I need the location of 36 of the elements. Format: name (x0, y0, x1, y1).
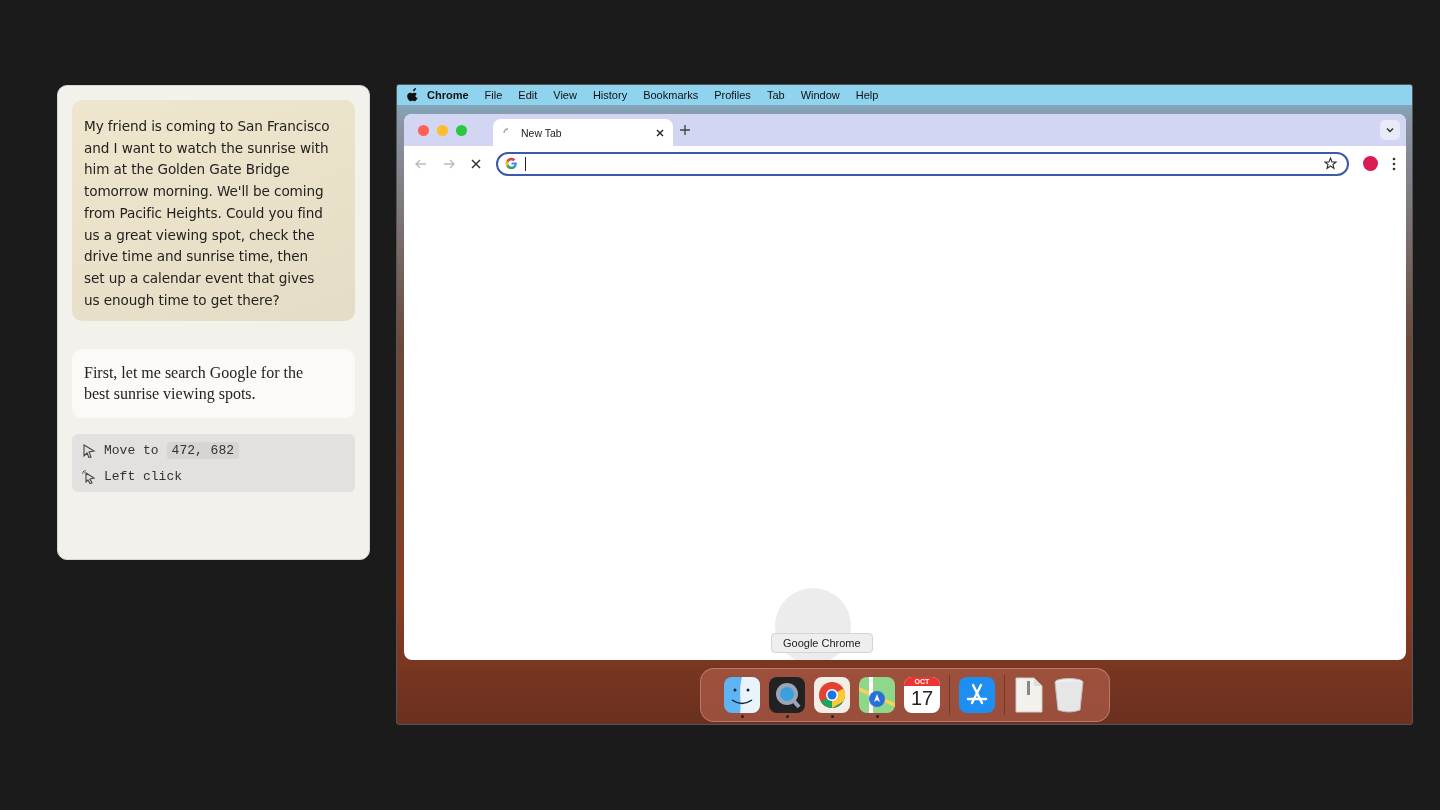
browser-tab[interactable]: New Tab (493, 119, 673, 146)
new-tab-icon[interactable] (679, 124, 691, 136)
menu-item[interactable]: Window (792, 89, 848, 101)
action-label: Left click (104, 469, 182, 485)
menu-item[interactable]: Tab (758, 89, 793, 101)
menu-app-name[interactable]: Chrome (419, 89, 477, 101)
profile-avatar[interactable] (1363, 156, 1378, 171)
address-bar[interactable] (496, 151, 1349, 176)
apple-logo-icon (407, 88, 419, 102)
menu-item[interactable]: File (476, 89, 511, 101)
assistant-message: First, let me search Google for the best sunrise viewing spots. (72, 349, 355, 419)
menu-item[interactable]: History (584, 89, 636, 101)
tab-search-chevron-icon[interactable] (1385, 125, 1395, 135)
menu-item[interactable]: Profiles (706, 89, 759, 101)
user-message: My friend is coming to San Francisco and I want to watch the sunrise with him at the Golden Gate Bridge tomorrow morning. We'll be coming from Pacific Heights. Could you find us a great viewing spot, check the drive time and sunrise time, then set up a calendar event that gives us enough time to get there? (72, 100, 355, 322)
chrome-icon[interactable] (814, 677, 850, 713)
finder-icon[interactable] (724, 677, 760, 713)
menu-item[interactable]: Help (847, 89, 887, 101)
more-menu-icon[interactable] (1392, 156, 1396, 171)
zip-file-icon[interactable] (1014, 677, 1044, 713)
close-tab-icon[interactable] (655, 127, 665, 138)
google-logo-icon (505, 157, 518, 170)
bookmark-star-icon[interactable] (1324, 157, 1337, 170)
app-store-icon[interactable] (959, 677, 995, 713)
cursor-click-icon (82, 469, 96, 484)
trash-icon[interactable] (1053, 677, 1085, 713)
coordinates-chip: 472, 682 (166, 442, 240, 460)
quicktime-icon[interactable] (769, 677, 805, 713)
stop-loading-icon[interactable] (470, 157, 482, 170)
action-label: Move to (104, 443, 159, 459)
menu-item[interactable]: Edit (510, 89, 546, 101)
menu-item[interactable]: View (545, 89, 585, 101)
dock-tooltip: Google Chrome (771, 633, 873, 653)
maps-icon[interactable] (859, 677, 895, 713)
cursor-icon (82, 443, 96, 458)
menu-item[interactable]: Bookmarks (635, 89, 707, 101)
